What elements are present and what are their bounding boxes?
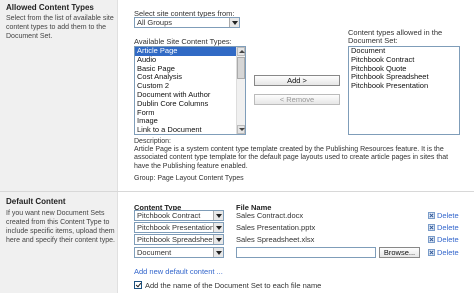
content-type-select-value: Pitchbook Spreadsheet [137,235,215,244]
listbox-scrollbar[interactable] [236,47,245,134]
allowed-types-title: Allowed Content Types [6,3,94,12]
content-type-group: Group: Page Layout Content Types [134,175,244,182]
default-content-title: Default Content [6,197,66,206]
allowed-type-option[interactable]: Pitchbook Presentation [349,81,459,91]
default-file-name: Sales Presentation.pptx [236,223,316,232]
scroll-down-icon[interactable] [237,125,245,134]
content-type-select-value: Pitchbook Presentation [137,223,215,232]
content-type-select-value: Document [137,248,172,257]
content-type-select[interactable]: Pitchbook Presentation [134,222,224,233]
chevron-down-icon [213,235,223,244]
group-select-value: All Groups [137,18,173,27]
content-type-select[interactable]: Pitchbook Contract [134,210,224,221]
content-type-select-value: Pitchbook Contract [137,211,201,220]
available-types-listbox[interactable]: Article Page Audio Basic Page Cost Analysis… [134,46,246,135]
delete-icon [428,236,435,243]
delete-icon [428,212,435,219]
scroll-thumb[interactable] [237,57,245,79]
scroll-up-icon[interactable] [237,47,245,56]
chevron-down-icon [213,211,223,220]
add-docset-name-checkbox[interactable] [134,281,142,289]
add-button[interactable]: Add > [254,75,340,86]
chevron-down-icon [213,223,223,232]
default-file-name: Sales Spreadsheet.xlsx [236,235,315,244]
default-content-description: If you want new Document Sets created fr… [6,210,115,244]
delete-label: Delete [437,223,459,232]
default-file-name: Sales Contract.docx [236,211,304,220]
delete-label: Delete [437,235,459,244]
file-upload-input[interactable] [236,247,376,258]
add-docset-name-label: Add the name of the Document Set to each… [145,281,322,290]
browse-button[interactable]: Browse... [379,247,420,258]
add-new-default-content-link[interactable]: Add new default content ... [134,267,223,276]
content-type-select[interactable]: Pitchbook Spreadsheet [134,234,224,245]
delete-button[interactable]: Delete [428,211,459,220]
chevron-down-icon [229,18,239,27]
content-type-description: Article Page is a system content type te… [134,146,449,170]
chevron-down-icon [213,248,223,257]
allowed-types-label: Content types allowed in the Document Se… [348,28,443,45]
delete-label: Delete [437,211,459,220]
allowed-types-listbox[interactable]: Document Pitchbook Contract Pitchbook Quot… [348,46,460,135]
allowed-types-description: Select from the list of available site c… [6,15,114,40]
delete-icon [428,224,435,231]
available-types-label: Available Site Content Types: [134,37,232,46]
delete-label: Delete [437,248,459,257]
delete-icon [428,249,435,256]
delete-button[interactable]: Delete [428,223,459,232]
group-select[interactable]: All Groups [134,17,240,28]
content-type-select[interactable]: Document [134,247,224,258]
delete-button[interactable]: Delete [428,235,459,244]
remove-button[interactable]: < Remove [254,94,340,105]
delete-button[interactable]: Delete [428,248,459,257]
